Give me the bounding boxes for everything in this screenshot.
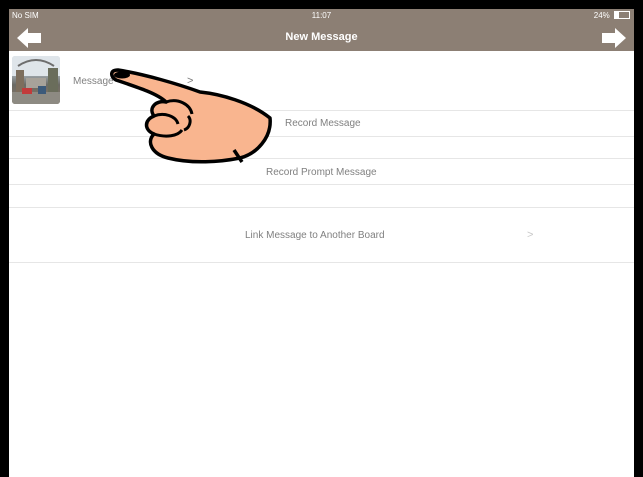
forward-button[interactable] (601, 27, 627, 49)
battery-percent: 24% (593, 11, 610, 20)
message-label: Message (73, 76, 114, 87)
message-row[interactable]: Message > (9, 51, 634, 111)
battery-icon (614, 11, 630, 19)
record-message-row[interactable]: Record Message (9, 111, 634, 137)
arrow-right-icon (602, 28, 626, 48)
status-bar: No SIM 11:07 24% (9, 9, 634, 25)
navigation-bar: New Message (9, 25, 634, 51)
message-thumbnail (12, 56, 60, 104)
separator-gap-2 (9, 185, 634, 208)
record-message-label: Record Message (285, 118, 361, 129)
separator-gap (9, 137, 634, 159)
chevron-right-icon: > (527, 229, 534, 241)
clock-label: 11:07 (311, 11, 332, 20)
chevron-right-icon: > (187, 75, 194, 87)
link-message-row[interactable]: Link Message to Another Board > (9, 208, 634, 263)
link-message-label: Link Message to Another Board (245, 230, 385, 241)
battery-indicator: 24% (594, 11, 630, 20)
page-title: New Message (285, 31, 358, 43)
record-prompt-label: Record Prompt Message (266, 167, 377, 178)
record-prompt-row[interactable]: Record Prompt Message (9, 159, 634, 185)
